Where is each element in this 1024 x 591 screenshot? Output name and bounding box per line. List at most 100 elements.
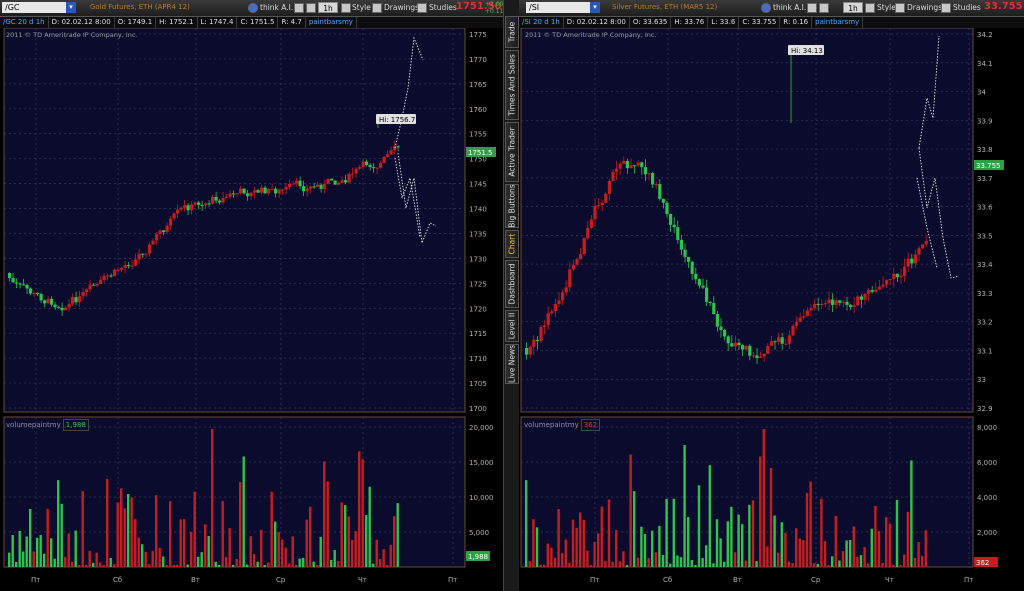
tab-live-news[interactable]: Live News [505,344,519,384]
volume-tick-label: 4,000 [977,494,997,502]
volume-bar [232,565,235,567]
tab-chart[interactable]: Chart [505,230,519,258]
candle-body [270,188,274,190]
tab-big-buttons[interactable]: Big Buttons [505,184,519,228]
price-tick-label: 33.1 [977,347,993,355]
volume-bar [827,565,830,567]
volume-bar [823,541,827,567]
left-study-name[interactable]: paintbarsmy [306,17,357,28]
candle-body [312,186,316,188]
volume-bar [849,539,852,567]
left-interval-icon[interactable] [341,3,351,13]
right-zoom-icon[interactable] [807,3,817,13]
right-drawings-button[interactable]: Drawings [895,2,942,14]
volume-bar [32,551,35,567]
right-pan-icon[interactable] [819,3,829,13]
tab-times-and-sales[interactable]: Times And Sales [505,50,519,120]
volume-bar [22,551,25,567]
volume-bar [57,480,60,567]
tab-active-trader[interactable]: Active Trader [505,122,519,182]
candle-body [99,279,103,284]
candle-body [841,301,845,303]
volume-bar [162,556,165,567]
candle-body [661,198,665,203]
candle-body [284,187,288,190]
volume-tick-label: 8,000 [977,424,997,432]
volume-bar [120,488,123,567]
right-price-chart[interactable]: 34.2 34.1 34 33.9 33.8 33.7 33.6 33.5 33.4 33.3 33… [519,28,1024,591]
volume-bar [683,445,686,567]
right-info-bar: /SI 20 d 1h D: 02.02.12 8:00 O: 33.635 H: 3… [519,17,1024,28]
volume-bar [571,519,575,567]
volume-bar [611,561,614,567]
volume-bar [176,564,179,567]
left-interval-button[interactable]: 1h [318,2,338,13]
left-symbol-dropdown-icon[interactable]: ▾ [66,2,76,13]
candle-body [316,184,320,187]
day-label: Сб [663,576,672,584]
candle-body [295,180,299,184]
left-date: D: 02.02.12 8:00 [49,17,115,28]
volume-bar [85,565,88,567]
volume-bar [748,504,751,567]
price-tick-label: 1745 [469,181,487,189]
price-tick-label: 33.6 [977,204,993,212]
right-think-ai[interactable]: think A.I. [761,2,806,14]
volume-bar [582,519,585,567]
left-pan-icon[interactable] [306,3,316,13]
candle-body [744,345,748,350]
right-symbol-dropdown-icon[interactable]: ▾ [590,2,600,13]
volume-bar [802,540,805,567]
right-studies-button[interactable]: Studies [941,2,981,14]
volume-tick-label: 10,000 [469,494,494,502]
tab-trade[interactable]: Trade [505,16,519,48]
volume-bar [200,552,203,567]
volume-bar [895,499,899,567]
volume-bar [288,563,291,567]
candle-body [561,292,565,301]
right-style-button[interactable]: Style [877,2,896,14]
candle-body [71,297,75,304]
tab-dashboard[interactable]: Dashboard [505,260,519,308]
candle-body [737,342,741,346]
hi-label: Hi: 34.13 [791,47,823,55]
right-study-name[interactable]: paintbarsmy [812,17,864,28]
candle-body [906,258,910,267]
left-think-ai[interactable]: think A.I. [248,2,293,14]
right-interval-icon[interactable] [865,3,875,13]
right-symbol-input[interactable]: /SI ▾ [526,2,600,13]
candle-body [723,329,727,337]
studies-icon [941,3,951,13]
volume-bar [676,555,679,567]
left-price-chart[interactable]: 1775177017651760175517501745174017351730… [0,28,503,591]
candle-body [895,273,899,278]
left-studies-button[interactable]: Studies [417,2,457,14]
left-style-button[interactable]: Style [352,2,371,14]
right-low: L: 33.6 [708,17,740,28]
left-zoom-icon[interactable] [294,3,304,13]
candle-body [274,188,278,194]
volume-bar [361,459,364,567]
tab-level-ii[interactable]: Level II [505,310,519,342]
volume-bar [712,563,715,567]
price-tick-label: 34.2 [977,31,993,39]
candle-body [921,244,925,249]
volume-bar [148,564,151,567]
left-drawings-button[interactable]: Drawings [372,2,419,14]
left-symbol-input[interactable]: /GC ▾ [2,2,76,13]
day-label: Пт [448,576,457,584]
left-toolbar: /GC ▾ Gold Futures, ETH (APR4 12) think A… [0,0,509,17]
candle-body [8,273,12,279]
candle-body [672,224,676,228]
candle-body [214,196,218,201]
volume-bar [759,456,762,567]
candle-body [120,267,124,270]
volume-tick-label: 20,000 [469,424,494,432]
volume-bar [319,536,322,567]
volume-bar [643,534,647,567]
candle-body [39,293,43,301]
candle-body [611,171,615,182]
volume-bar [672,498,675,567]
right-interval-button[interactable]: 1h [843,2,863,13]
candle-body [834,300,838,305]
